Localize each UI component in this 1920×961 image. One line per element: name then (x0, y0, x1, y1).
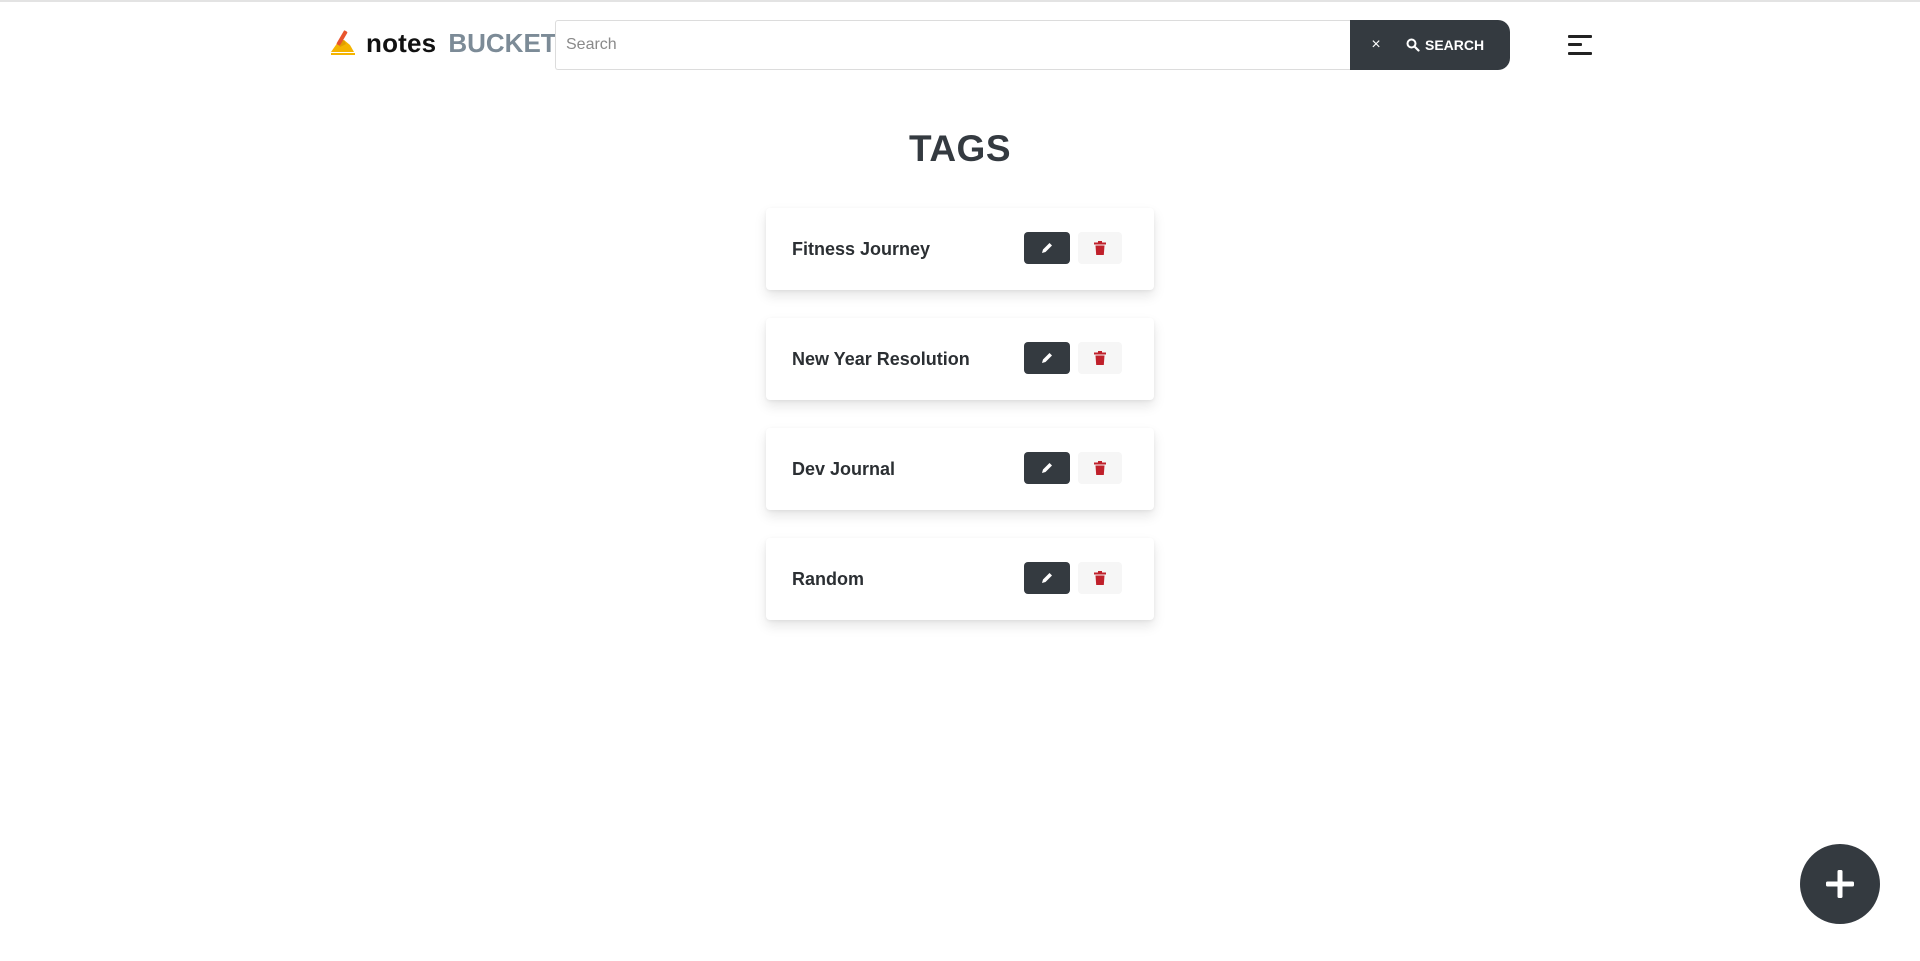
tag-card: Random (766, 538, 1154, 620)
add-tag-button[interactable] (1800, 844, 1880, 924)
search-input[interactable] (555, 20, 1350, 70)
search-button-label: SEARCH (1425, 37, 1485, 53)
tag-card: Dev Journal (766, 428, 1154, 510)
tag-name: Fitness Journey (792, 239, 931, 259)
brand-logo[interactable]: notes BUCKET (328, 24, 557, 62)
writing-hand-icon (331, 30, 355, 55)
trash-icon (1094, 241, 1106, 255)
brand-name-secondary: BUCKET (448, 27, 557, 58)
menu-icon-line (1568, 52, 1592, 55)
edit-tag-button[interactable] (1024, 562, 1070, 594)
pencil-icon (1042, 353, 1052, 363)
pencil-icon (1042, 243, 1052, 253)
tag-name: New Year Resolution (792, 349, 970, 369)
delete-tag-button[interactable] (1078, 342, 1122, 374)
edit-tag-button[interactable] (1024, 452, 1070, 484)
trash-icon (1094, 351, 1106, 365)
pencil-icon (1042, 463, 1052, 473)
menu-button[interactable] (1568, 33, 1594, 57)
edit-tag-button[interactable] (1024, 342, 1070, 374)
search-icon (1406, 38, 1420, 52)
menu-icon-line (1568, 43, 1582, 46)
tag-card: Fitness Journey (766, 208, 1154, 290)
tag-name: Random (792, 569, 864, 589)
edit-tag-button[interactable] (1024, 232, 1070, 264)
tag-list: Fitness Journey New Year Resolution Dev … (766, 208, 1154, 648)
search-bar: × SEARCH (555, 20, 1510, 70)
delete-tag-button[interactable] (1078, 562, 1122, 594)
menu-icon-line (1568, 35, 1592, 38)
clear-search-button[interactable]: × (1350, 20, 1402, 70)
delete-tag-button[interactable] (1078, 452, 1122, 484)
brand-name: notes (366, 27, 437, 58)
header: notes BUCKET × SEARCH (0, 0, 1920, 92)
search-button[interactable]: SEARCH (1402, 20, 1510, 70)
page-title: TAGS (908, 128, 1012, 169)
close-icon: × (1371, 36, 1381, 53)
trash-icon (1094, 461, 1106, 475)
trash-icon (1094, 571, 1106, 585)
delete-tag-button[interactable] (1078, 232, 1122, 264)
tag-card: New Year Resolution (766, 318, 1154, 400)
plus-icon (1826, 870, 1854, 898)
pencil-icon (1042, 573, 1052, 583)
tag-name: Dev Journal (792, 459, 896, 479)
search-button-group: × SEARCH (1350, 20, 1510, 70)
